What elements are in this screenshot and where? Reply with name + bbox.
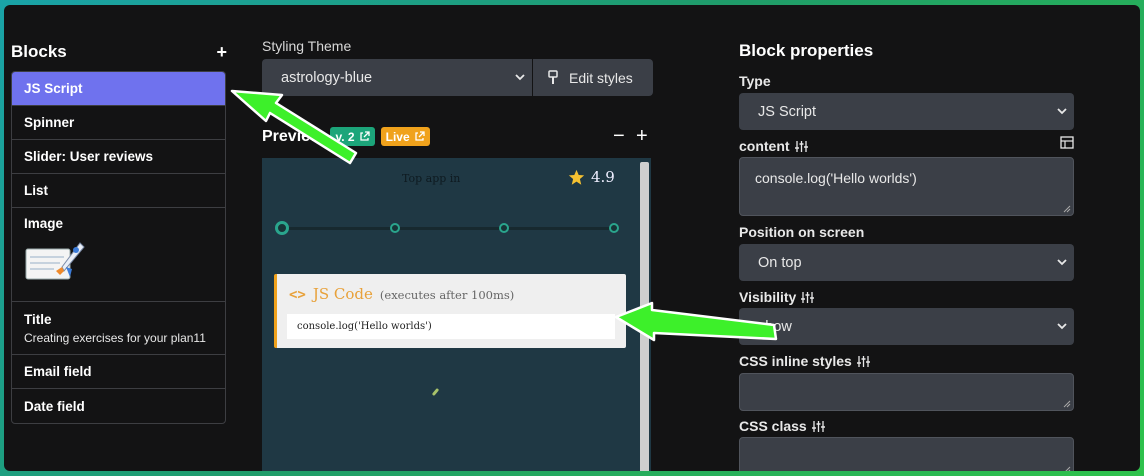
css-inline-label-text: CSS inline styles: [739, 353, 852, 369]
chevron-down-icon: [1057, 323, 1067, 330]
type-label-text: Type: [739, 73, 771, 89]
visibility-label-text: Visibility: [739, 289, 797, 305]
css-class-label-text: CSS class: [739, 418, 807, 434]
live-label: Live: [385, 129, 410, 144]
external-link-icon: [359, 131, 370, 141]
sliders-icon[interactable]: [794, 140, 808, 153]
external-link-icon: [414, 131, 425, 141]
block-item-label: Email field: [24, 364, 92, 379]
theme-select[interactable]: astrology-blue: [262, 59, 532, 96]
star-icon: [568, 169, 585, 185]
block-item-date-field[interactable]: Date field: [12, 389, 225, 423]
preview-screen: Top app in 4.9 <> JS Code (executes afte…: [262, 158, 651, 471]
css-inline-label: CSS inline styles: [739, 353, 870, 369]
progress-step-dot: [499, 223, 509, 233]
chevron-down-icon: [515, 74, 525, 81]
rating: 4.9: [568, 168, 615, 186]
block-list: JS Script Spinner Slider: User reviews L…: [11, 71, 226, 424]
zoom-in-button[interactable]: +: [636, 125, 648, 148]
app-window: Blocks + JS Script Spinner Slider: User …: [4, 5, 1140, 471]
block-item-label: Spinner: [24, 115, 75, 130]
js-code-note: (executes after 100ms): [379, 288, 515, 302]
chevron-down-icon: [1057, 108, 1067, 115]
rocket-thumbnail-icon: [25, 242, 85, 280]
block-item-spinner[interactable]: Spinner: [12, 106, 225, 140]
progress-step-dot: [390, 223, 400, 233]
block-item-image[interactable]: Image: [12, 208, 225, 302]
block-item-slider[interactable]: Slider: User reviews: [12, 140, 225, 174]
position-label: Position on screen: [739, 224, 864, 240]
visibility-select-value: show: [758, 318, 792, 335]
layout-icon[interactable]: [1060, 136, 1074, 149]
zoom-out-button[interactable]: −: [613, 125, 625, 148]
visibility-select[interactable]: show: [739, 308, 1074, 345]
block-item-subtitle: Creating exercises for your plan11: [24, 330, 206, 345]
rating-value: 4.9: [591, 168, 615, 186]
preview-scrollbar[interactable]: [640, 162, 649, 471]
preview-title: Preview: [262, 127, 323, 145]
css-class-textarea[interactable]: [739, 437, 1074, 471]
theme-select-value: astrology-blue: [281, 69, 373, 86]
blocks-header: Blocks +: [11, 41, 227, 63]
block-item-label: Image: [24, 216, 64, 231]
block-item-label: Title: [24, 311, 52, 327]
sliders-icon[interactable]: [811, 420, 825, 433]
preview-header: Preview v. 2 Live: [262, 127, 430, 146]
visibility-label: Visibility: [739, 289, 815, 305]
live-badge[interactable]: Live: [380, 127, 430, 146]
version-label: v. 2: [335, 129, 355, 144]
js-code-card[interactable]: <> JS Code (executes after 100ms) consol…: [274, 274, 626, 348]
block-item-list[interactable]: List: [12, 174, 225, 208]
brush-icon: [548, 69, 558, 84]
content-textarea[interactable]: console.log('Hello worlds'): [739, 157, 1074, 216]
spinner-icon: [431, 387, 440, 397]
sliders-icon[interactable]: [801, 291, 815, 304]
edit-styles-button[interactable]: Edit styles: [533, 59, 653, 96]
content-textarea-value: console.log('Hello worlds'): [755, 170, 917, 186]
block-item-label: Date field: [24, 398, 85, 414]
resize-handle-icon[interactable]: [1063, 400, 1071, 408]
type-label: Type: [739, 73, 771, 89]
js-code-title: JS Code: [312, 285, 373, 303]
chevron-down-icon: [1057, 259, 1067, 266]
progress-step-dot: [275, 221, 289, 235]
block-item-label: Slider: User reviews: [24, 149, 154, 164]
version-badge[interactable]: v. 2: [330, 127, 375, 146]
position-select-value: On top: [758, 254, 802, 271]
block-item-label: List: [24, 183, 49, 198]
progress-step-dot: [609, 223, 619, 233]
position-label-text: Position on screen: [739, 224, 865, 240]
resize-handle-icon[interactable]: [1063, 205, 1071, 213]
blocks-title: Blocks: [11, 42, 67, 61]
js-code-header: <> JS Code (executes after 100ms): [289, 285, 514, 303]
content-label-text: content: [739, 138, 790, 154]
type-select-value: JS Script: [758, 103, 817, 120]
css-inline-textarea[interactable]: [739, 373, 1074, 411]
block-item-title[interactable]: Title Creating exercises for your plan11: [12, 302, 225, 355]
styling-theme-label: Styling Theme: [262, 38, 352, 54]
sliders-icon[interactable]: [856, 355, 870, 368]
add-block-button[interactable]: +: [216, 42, 227, 63]
block-item-js-script[interactable]: JS Script: [12, 72, 225, 106]
top-app-text: Top app in: [402, 172, 461, 185]
js-code-content: console.log('Hello worlds'): [287, 314, 615, 339]
content-label: content: [739, 138, 808, 154]
position-select[interactable]: On top: [739, 244, 1074, 281]
type-select[interactable]: JS Script: [739, 93, 1074, 130]
resize-handle-icon[interactable]: [1063, 466, 1071, 471]
block-item-label: JS Script: [24, 81, 83, 96]
edit-styles-label: Edit styles: [569, 69, 633, 86]
css-class-label: CSS class: [739, 418, 825, 434]
block-item-email-field[interactable]: Email field: [12, 355, 225, 389]
code-icon: <>: [289, 287, 306, 303]
step-progress: [275, 221, 619, 235]
block-properties-title: Block properties: [739, 41, 874, 60]
progress-track: [282, 227, 615, 230]
